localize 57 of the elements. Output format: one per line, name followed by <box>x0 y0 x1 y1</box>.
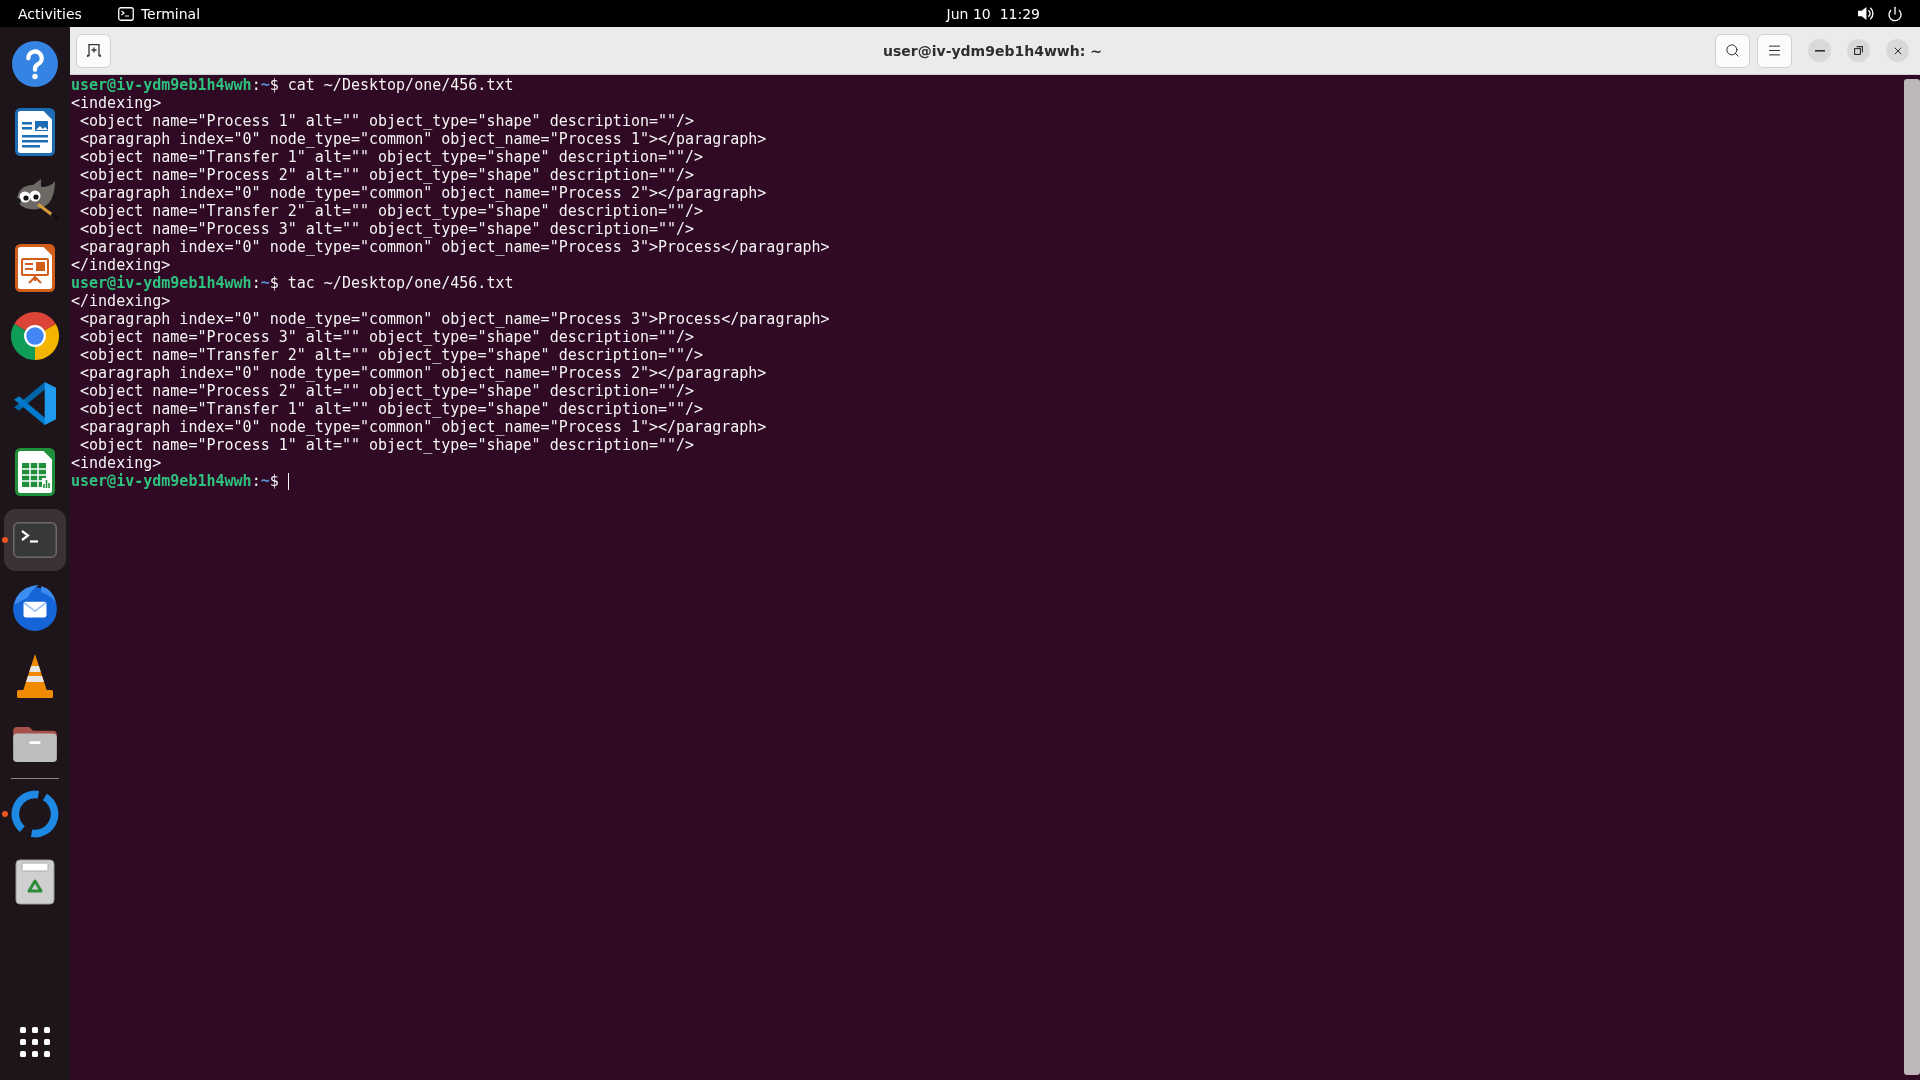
output-line: <object name="Process 3" alt="" object_type="shape" description=""/> <box>79 220 695 238</box>
shell-prompt: user@iv-ydm9eb1h4wwh:~$ <box>71 76 279 94</box>
command-text: cat ~/Desktop/one/456.txt <box>287 76 514 94</box>
output-line: <object name="Transfer 2" alt="" object_type="shape" description=""/> <box>79 346 704 364</box>
presentation-icon <box>15 244 55 292</box>
traffic-cone-icon <box>15 653 55 699</box>
bird-envelope-icon <box>12 584 58 632</box>
help-icon <box>12 41 58 87</box>
angle-ribbon-icon <box>13 382 57 426</box>
search-button[interactable] <box>1715 33 1750 68</box>
output-line: <object name="Process 1" alt="" object_type="shape" description=""/> <box>79 436 695 454</box>
output-line: <object name="Transfer 2" alt="" object_type="shape" description=""/> <box>79 202 704 220</box>
broken-ring-icon <box>11 790 59 838</box>
close-button[interactable] <box>1886 39 1909 62</box>
power-icon[interactable] <box>1887 5 1903 22</box>
output-line: <object name="Transfer 1" alt="" object_type="shape" description=""/> <box>79 400 704 418</box>
document-icon <box>15 108 55 156</box>
folder-icon <box>12 725 58 763</box>
menu-button[interactable] <box>1757 33 1792 68</box>
restore-button[interactable] <box>1847 39 1870 62</box>
terminal-icon <box>117 6 134 21</box>
output-line: <paragraph index="0" node_type="common" object_name="Process 3">Process</paragraph> <box>79 238 830 256</box>
output-line: <paragraph index="0" node_type="common" object_name="Process 1"></paragraph> <box>79 418 767 436</box>
recycle-bin-icon <box>15 859 55 905</box>
search-icon <box>1725 43 1740 58</box>
output-line: <paragraph index="0" node_type="common" object_name="Process 2"></paragraph> <box>79 364 767 382</box>
output-line: <paragraph index="0" node_type="common" object_name="Process 2"></paragraph> <box>79 184 767 202</box>
speaker-icon[interactable] <box>1857 6 1874 21</box>
spreadsheet-icon <box>15 448 55 496</box>
output-line: <paragraph index="0" node_type="common" object_name="Process 3">Process</paragraph> <box>79 310 830 328</box>
output-line: <object name="Process 2" alt="" object_type="shape" description=""/> <box>79 166 695 184</box>
activities-button[interactable]: Activities <box>18 5 82 22</box>
tab-plus-icon <box>86 44 101 57</box>
window-title: user@iv-ydm9eb1h4wwh: ~ <box>883 42 1102 59</box>
restore-icon <box>1854 46 1863 55</box>
scrollbar[interactable] <box>1904 79 1920 1075</box>
output-line: </indexing> <box>71 256 171 274</box>
output-line: <indexing> <box>71 94 162 112</box>
command-text: tac ~/Desktop/one/456.txt <box>287 274 514 292</box>
output-line: </indexing> <box>71 292 171 310</box>
app-menu-button[interactable]: Terminal <box>117 5 201 22</box>
shell-prompt: user@iv-ydm9eb1h4wwh:~$ <box>71 274 279 292</box>
minimize-button[interactable] <box>1808 39 1831 62</box>
output-line: <indexing> <box>71 454 162 472</box>
app-grid-icon <box>20 1027 50 1057</box>
shell-prompt: user@iv-ydm9eb1h4wwh:~$ <box>71 472 279 490</box>
output-line: <object name="Process 2" alt="" object_type="shape" description=""/> <box>79 382 695 400</box>
clock[interactable]: Jun 10 11:29 <box>946 5 1040 22</box>
output-line: <paragraph index="0" node_type="common" object_name="Process 1"></paragraph> <box>79 130 767 148</box>
output-line: <object name="Process 3" alt="" object_type="shape" description=""/> <box>79 328 695 346</box>
minimize-icon <box>1814 49 1825 52</box>
output-line: <object name="Process 1" alt="" object_type="shape" description=""/> <box>79 112 695 130</box>
menu-icon <box>1767 43 1782 58</box>
terminal-icon <box>13 522 57 558</box>
new-tab-button[interactable] <box>76 33 111 68</box>
tricolor-circle-icon <box>11 312 59 360</box>
output-line: <object name="Transfer 1" alt="" object_type="shape" description=""/> <box>79 148 704 166</box>
